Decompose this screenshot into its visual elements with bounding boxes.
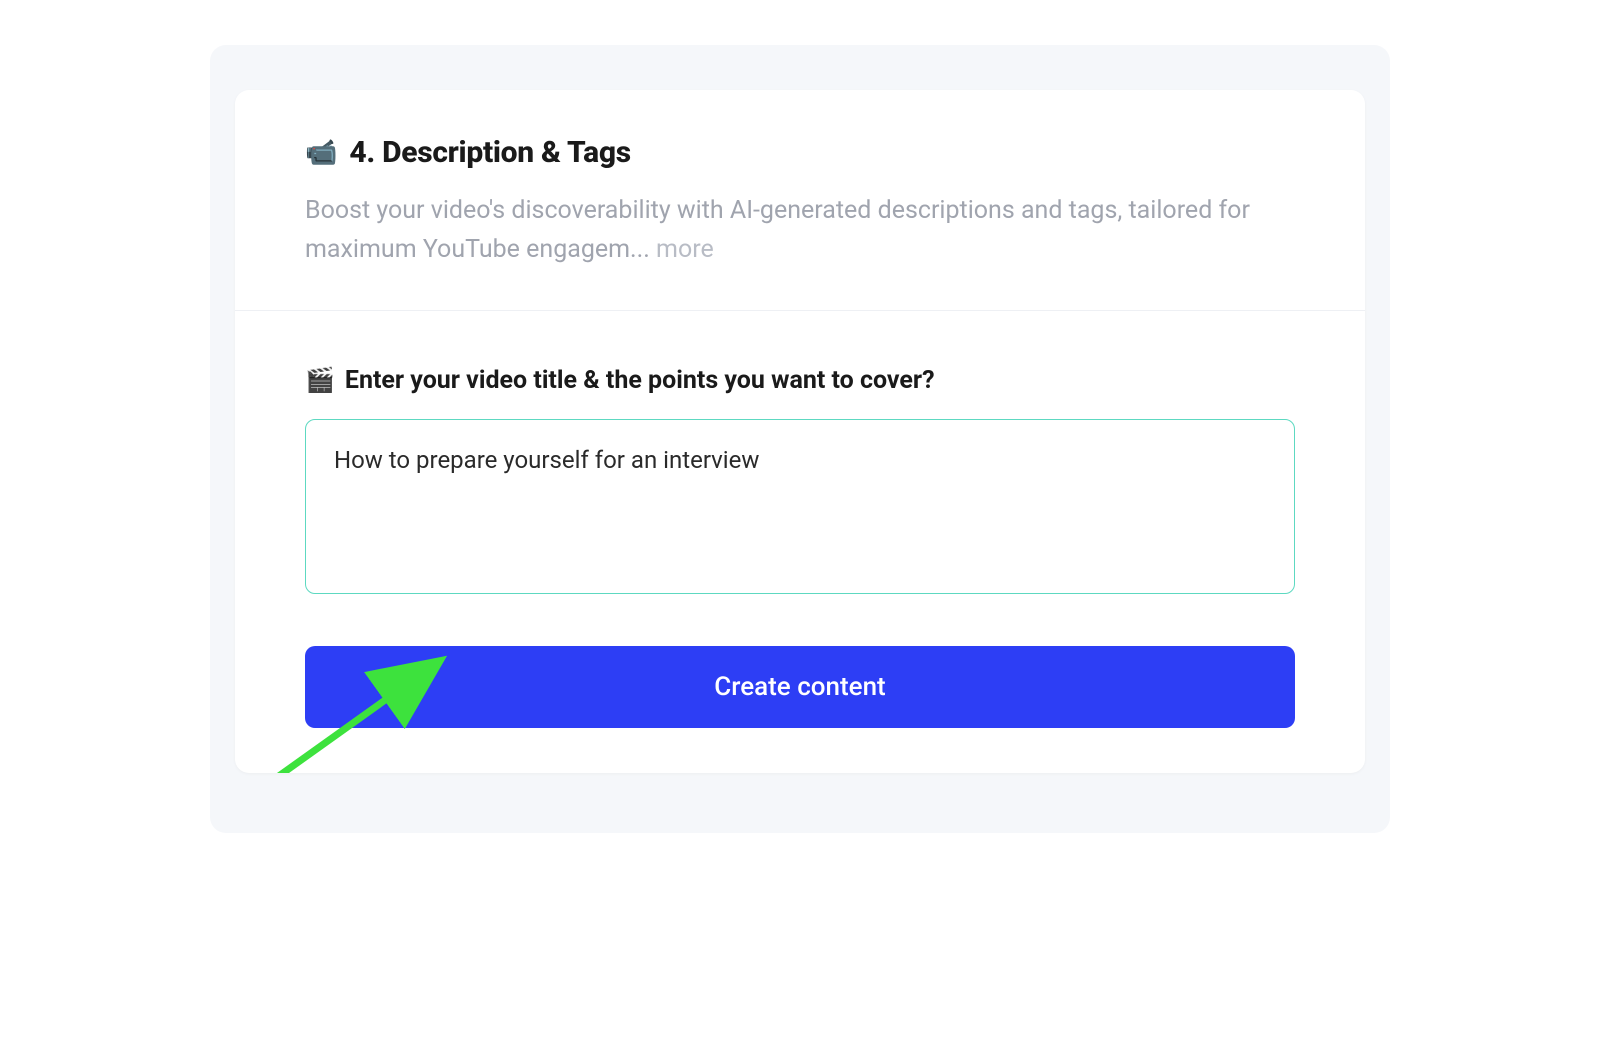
section-subtitle: Boost your video's discoverability with … xyxy=(305,192,1295,270)
video-title-input[interactable] xyxy=(305,419,1295,594)
header-section: 📹 4. Description & Tags Boost your video… xyxy=(235,90,1365,311)
create-content-button[interactable]: Create content xyxy=(305,646,1295,728)
subtitle-text: Boost your video's discoverability with … xyxy=(305,196,1250,264)
camera-icon: 📹 xyxy=(305,140,337,166)
input-label-row: 🎬 Enter your video title & the points yo… xyxy=(305,366,1295,395)
input-label: Enter your video title & the points you … xyxy=(345,366,935,395)
more-link[interactable]: more xyxy=(656,235,714,264)
page-container: 📹 4. Description & Tags Boost your video… xyxy=(210,45,1390,833)
title-row: 📹 4. Description & Tags xyxy=(305,135,1295,170)
content-card: 📹 4. Description & Tags Boost your video… xyxy=(235,90,1365,773)
clapperboard-icon: 🎬 xyxy=(305,368,335,392)
form-section: 🎬 Enter your video title & the points yo… xyxy=(235,311,1365,773)
section-title: 4. Description & Tags xyxy=(349,135,631,170)
